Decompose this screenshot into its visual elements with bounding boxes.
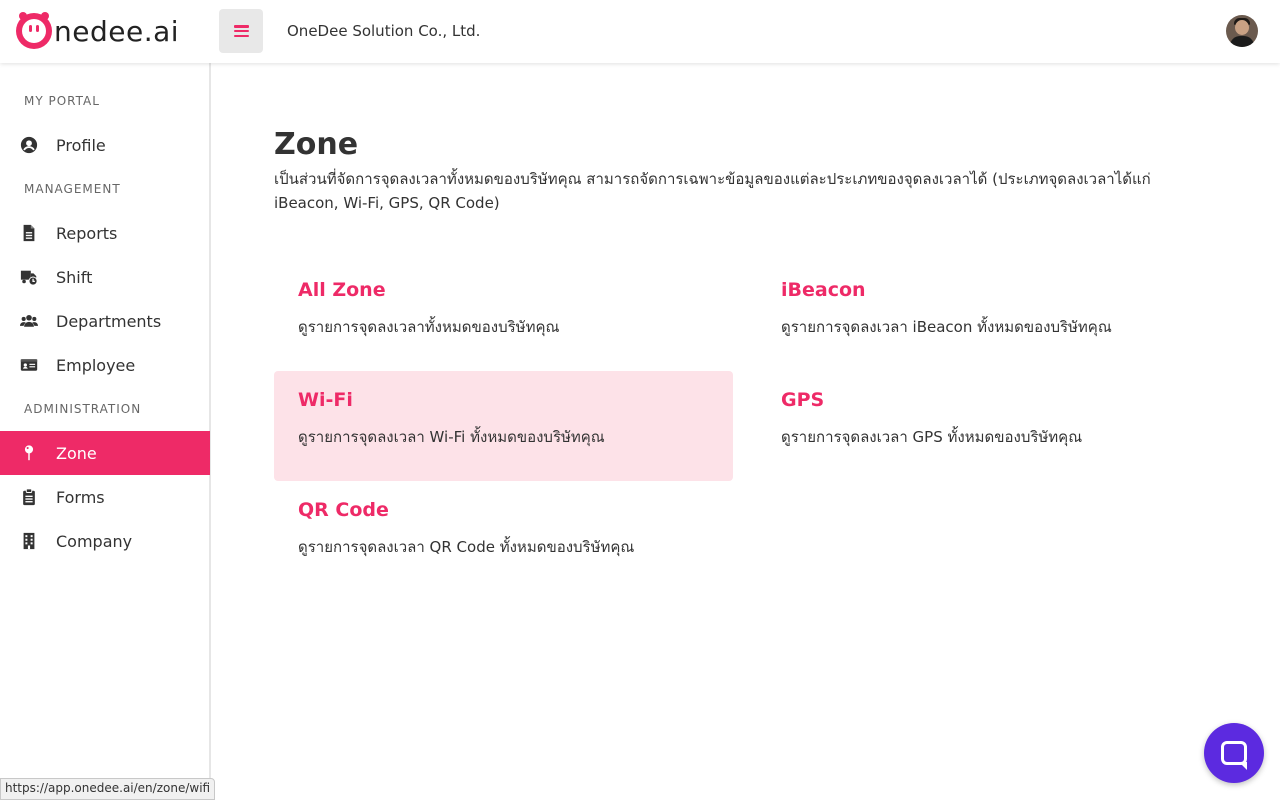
hamburger-icon <box>233 25 249 37</box>
menu-toggle-button[interactable] <box>219 9 263 53</box>
building-icon <box>0 532 60 550</box>
card-title: QR Code <box>298 499 389 521</box>
card-title: Wi-Fi <box>298 389 353 411</box>
top-header: nedee.ai OneDee Solution Co., Ltd. <box>0 0 1280 63</box>
sidebar-item-zone[interactable]: Zone <box>0 431 210 475</box>
company-name: OneDee Solution Co., Ltd. <box>287 22 481 40</box>
sidebar-item-company[interactable]: Company <box>0 519 210 563</box>
card-description: ดูรายการจุดลงเวลา iBeacon ทั้งหมดของบริษ… <box>781 318 1112 336</box>
chat-bubble-icon <box>1221 741 1247 770</box>
sidebar-item-profile[interactable]: Profile <box>0 123 210 167</box>
status-bar-url: https://app.onedee.ai/en/zone/wifi <box>0 778 216 800</box>
page-title: Zone <box>274 127 359 162</box>
file-icon <box>0 224 60 242</box>
card-description: ดูรายการจุดลงเวลา QR Code ทั้งหมดของบริษ… <box>298 538 635 556</box>
sidebar-item-label: Profile <box>56 135 106 155</box>
page-description: เป็นส่วนที่จัดการจุดลงเวลาทั้งหมดของบริษ… <box>274 170 1151 212</box>
onedee-logo[interactable]: nedee.ai <box>16 12 180 49</box>
section-title-management: MANAGEMENT <box>24 182 121 196</box>
logo-text: nedee.ai <box>54 14 180 48</box>
id-card-icon <box>0 356 60 374</box>
sidebar: MY PORTAL Profile MANAGEMENT Reports Shi… <box>0 63 211 800</box>
sidebar-item-label: Forms <box>56 487 105 507</box>
user-circle-icon <box>0 136 60 154</box>
truck-clock-icon <box>0 268 60 286</box>
zone-card-gps[interactable]: GPS ดูรายการจุดลงเวลา GPS ทั้งหมดของบริษ… <box>757 371 1216 481</box>
card-title: iBeacon <box>781 279 866 301</box>
sidebar-item-employee[interactable]: Employee <box>0 343 210 387</box>
section-title-administration: ADMINISTRATION <box>24 402 142 416</box>
sidebar-item-label: Employee <box>56 355 136 375</box>
chat-button[interactable] <box>1204 723 1264 783</box>
clipboard-icon <box>0 488 60 506</box>
zone-card-ibeacon[interactable]: iBeacon ดูรายการจุดลงเวลา iBeacon ทั้งหม… <box>757 261 1216 371</box>
sidebar-item-forms[interactable]: Forms <box>0 475 210 519</box>
users-icon <box>0 312 60 330</box>
sidebar-item-label: Departments <box>56 311 162 331</box>
main-content: Zone เป็นส่วนที่จัดการจุดลงเวลาทั้งหมดขอ… <box>212 63 1280 800</box>
card-title: All Zone <box>298 279 386 301</box>
zone-card-wifi[interactable]: Wi-Fi ดูรายการจุดลงเวลา Wi-Fi ทั้งหมดของ… <box>274 371 733 481</box>
logo-face-icon <box>16 12 52 49</box>
card-description: ดูรายการจุดลงเวลา Wi-Fi ทั้งหมดของบริษัท… <box>298 428 605 446</box>
zone-card-all-zone[interactable]: All Zone ดูรายการจุดลงเวลาทั้งหมดของบริษ… <box>274 261 733 371</box>
card-description: ดูรายการจุดลงเวลาทั้งหมดของบริษัทคุณ <box>298 318 560 336</box>
sidebar-item-shift[interactable]: Shift <box>0 255 210 299</box>
sidebar-item-label: Shift <box>56 267 93 287</box>
sidebar-item-label: Reports <box>56 223 118 243</box>
sidebar-item-reports[interactable]: Reports <box>0 211 210 255</box>
user-avatar[interactable] <box>1226 15 1258 47</box>
sidebar-item-departments[interactable]: Departments <box>0 299 210 343</box>
card-description: ดูรายการจุดลงเวลา GPS ทั้งหมดของบริษัทคุ… <box>781 428 1083 446</box>
card-title: GPS <box>781 389 825 411</box>
section-title-my-portal: MY PORTAL <box>24 94 100 108</box>
map-pin-icon <box>0 444 60 462</box>
sidebar-item-label: Zone <box>56 443 97 463</box>
zone-card-qr-code[interactable]: QR Code ดูรายการจุดลงเวลา QR Code ทั้งหม… <box>274 481 733 591</box>
sidebar-item-label: Company <box>56 531 133 551</box>
